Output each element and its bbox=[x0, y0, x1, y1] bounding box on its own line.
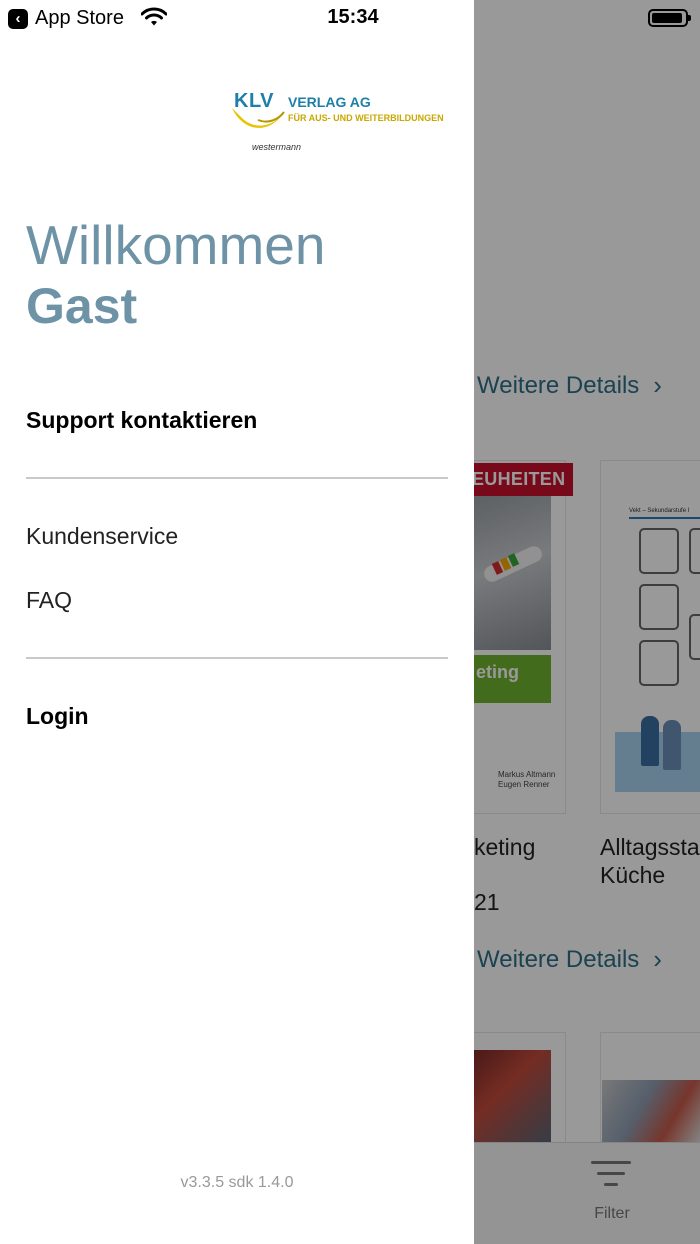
logo-tagline: FÜR AUS- UND WEITERBILDUNGEN bbox=[288, 113, 444, 123]
welcome-heading: Willkommen bbox=[26, 214, 326, 276]
clock: 15:34 bbox=[327, 6, 379, 28]
divider bbox=[26, 477, 448, 479]
version-label: v3.3.5 sdk 1.4.0 bbox=[180, 1174, 294, 1191]
divider bbox=[26, 657, 448, 659]
logo-name: VERLAG AG bbox=[288, 94, 371, 110]
menu-item-kundenservice[interactable]: Kundenservice bbox=[26, 523, 178, 550]
klv-logo: KLV VERLAG AG FÜR AUS- UND WEITERBILDUNG… bbox=[228, 90, 450, 154]
logo-parent: westermann bbox=[252, 142, 302, 152]
side-drawer: KLV VERLAG AG FÜR AUS- UND WEITERBILDUNG… bbox=[0, 0, 474, 1244]
logo-klv-text: KLV bbox=[234, 90, 275, 112]
login-button[interactable]: Login bbox=[26, 703, 89, 730]
menu-item-faq[interactable]: FAQ bbox=[26, 587, 72, 614]
support-section-title: Support kontaktieren bbox=[26, 407, 258, 433]
battery-icon bbox=[648, 9, 691, 27]
user-name: Gast bbox=[26, 278, 138, 334]
status-bar: ‹ App Store 15:34 bbox=[0, 0, 700, 38]
